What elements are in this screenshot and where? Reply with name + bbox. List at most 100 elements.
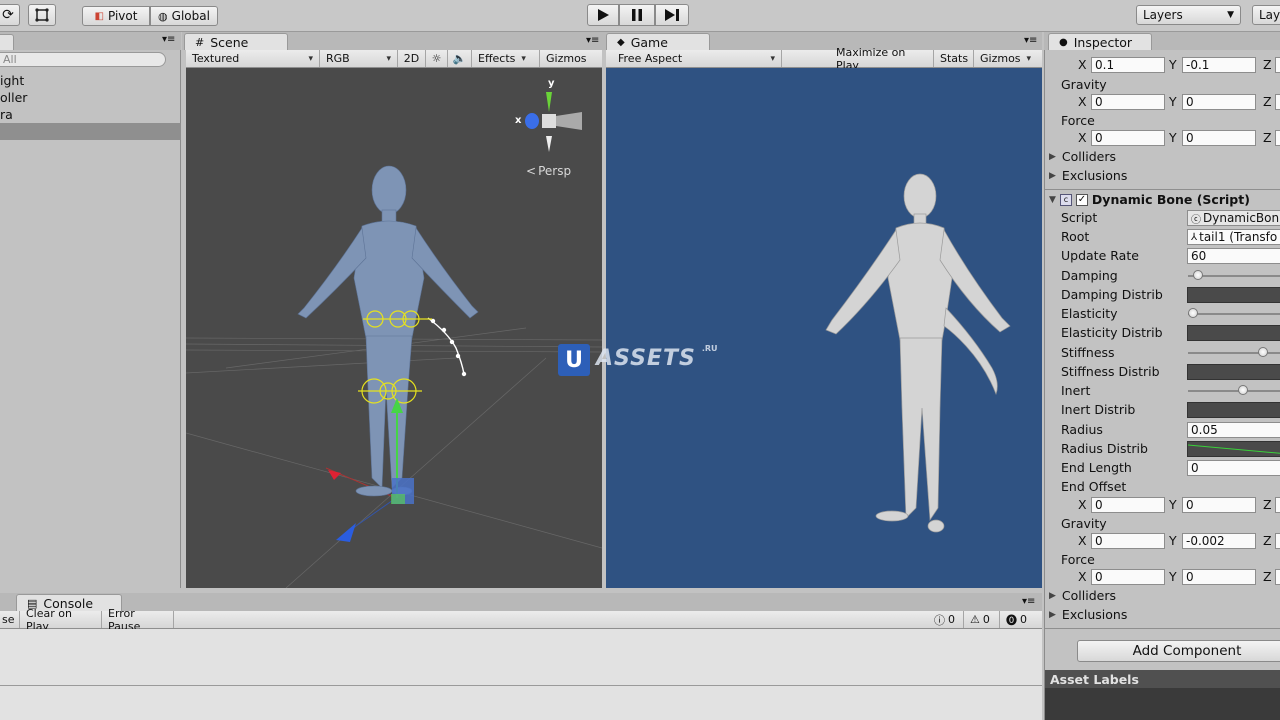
damping-distrib-curve[interactable] <box>1187 287 1280 303</box>
gizmo-y-label: y <box>548 78 555 89</box>
inert-slider[interactable] <box>1188 384 1280 398</box>
end-offset-x-field[interactable]: 0 <box>1091 497 1165 513</box>
layers-dropdown[interactable]: Layers ▼ <box>1136 5 1241 25</box>
gravity-y-field[interactable]: -0.002 <box>1182 533 1256 549</box>
hierarchy-item[interactable]: oller <box>0 89 181 106</box>
add-component-button[interactable]: Add Component <box>1077 640 1280 662</box>
script-field[interactable]: ⓒ DynamicBon <box>1187 210 1280 226</box>
rect-tool-button[interactable] <box>28 4 56 26</box>
tab-game[interactable]: ◆ Game <box>606 33 710 50</box>
scene-gizmos-dropdown[interactable]: Gizmos <box>540 50 600 67</box>
script-value: DynamicBon <box>1203 211 1280 225</box>
gravity-x-field[interactable]: 0 <box>1091 533 1165 549</box>
stiffness-distrib-curve[interactable] <box>1187 364 1280 380</box>
gravity-z-field[interactable] <box>1275 533 1280 549</box>
root-field[interactable]: ⅄ tail1 (Transfo <box>1187 229 1280 245</box>
hierarchy-item-selected[interactable] <box>0 123 181 140</box>
rotate-tool-button[interactable]: ⟳ <box>0 4 20 26</box>
hierarchy-item[interactable]: ra <box>0 106 181 123</box>
asset-labels-header[interactable]: Asset Labels <box>1045 670 1280 688</box>
aspect-dropdown[interactable]: Free Aspect <box>606 50 782 67</box>
inert-distrib-curve[interactable] <box>1187 402 1280 418</box>
shading-mode-dropdown[interactable]: Textured <box>186 50 320 67</box>
error-icon: ⓿ <box>1006 613 1017 627</box>
stats-toggle[interactable]: Stats <box>934 50 974 67</box>
hierarchy-item[interactable]: ight <box>0 72 181 89</box>
info-count: 0 <box>948 613 955 626</box>
info-filter-toggle[interactable]: ⓘ 0 <box>928 611 964 628</box>
vector-y-field[interactable]: -0.1 <box>1182 57 1256 73</box>
component-enabled-checkbox[interactable]: ✓ <box>1075 193 1088 206</box>
warning-filter-toggle[interactable]: ⚠ 0 <box>964 611 1000 628</box>
elasticity-slider[interactable] <box>1188 307 1280 321</box>
maximize-on-play-toggle[interactable]: Maximize on Play <box>830 46 934 72</box>
tab-scene[interactable]: # Scene <box>184 33 288 50</box>
axis-x-label: X <box>1078 497 1087 512</box>
gravity-y-field[interactable]: 0 <box>1182 94 1256 110</box>
end-offset-z-field[interactable] <box>1275 497 1280 513</box>
force-x-field[interactable]: 0 <box>1091 130 1165 146</box>
panel-menu-icon[interactable]: ▾≡ <box>1022 596 1035 607</box>
colliders-foldout[interactable]: Colliders <box>1049 149 1116 164</box>
hierarchy-search-input[interactable]: All <box>0 52 166 67</box>
vector-z-field[interactable] <box>1275 57 1280 73</box>
audio-toggle[interactable]: 🔈 <box>448 50 472 67</box>
play-button[interactable] <box>587 4 619 26</box>
pause-button[interactable] <box>619 4 655 26</box>
slider-knob[interactable] <box>1258 347 1268 357</box>
vector-x-field[interactable]: 0.1 <box>1091 57 1165 73</box>
error-filter-toggle[interactable]: ⓿0 <box>1000 611 1036 628</box>
orientation-gizmo[interactable] <box>512 78 584 158</box>
layout-dropdown[interactable]: Lay <box>1252 5 1280 25</box>
dynamic-bone-header[interactable]: ▼ c ✓ Dynamic Bone (Script) <box>1045 189 1280 209</box>
stiffness-slider[interactable] <box>1188 346 1280 360</box>
inspector-panel: X 0.1 Y -0.1 Z Gravity X 0 Y 0 Z Force X… <box>1044 50 1280 720</box>
gravity-x-field[interactable]: 0 <box>1091 94 1165 110</box>
slider-knob[interactable] <box>1193 270 1203 280</box>
elasticity-distrib-curve[interactable] <box>1187 325 1280 341</box>
tab-inspector[interactable]: ● Inspector <box>1048 33 1152 50</box>
scene-viewport[interactable]: y x < Persp <box>186 68 602 588</box>
lighting-toggle[interactable]: ☼ <box>426 50 448 67</box>
error-pause-toggle[interactable]: Error Pause <box>102 607 174 633</box>
game-viewport[interactable] <box>606 68 1042 588</box>
radius-distrib-curve[interactable] <box>1187 441 1280 457</box>
axis-z-label: Z <box>1263 94 1272 109</box>
slider-knob[interactable] <box>1238 385 1248 395</box>
clear-on-play-toggle[interactable]: Clear on Play <box>20 607 102 633</box>
global-toggle[interactable]: ◍ Global <box>150 6 218 26</box>
exclusions-foldout[interactable]: Exclusions <box>1049 607 1127 622</box>
exclusions-foldout[interactable]: Exclusions <box>1049 168 1127 183</box>
persp-toggle[interactable]: < Persp <box>526 164 571 178</box>
force-z-field[interactable] <box>1275 569 1280 585</box>
clear-button[interactable]: se <box>0 611 20 628</box>
console-log-area[interactable] <box>0 629 1042 720</box>
force-y-field[interactable]: 0 <box>1182 130 1256 146</box>
speaker-icon: 🔈 <box>452 52 467 65</box>
sun-icon: ☼ <box>431 52 442 65</box>
slider-knob[interactable] <box>1188 308 1198 318</box>
panel-menu-icon[interactable]: ▾≡ <box>586 35 599 46</box>
2d-toggle[interactable]: 2D <box>398 50 426 67</box>
radius-field[interactable]: 0.05 <box>1187 422 1280 438</box>
damping-slider[interactable] <box>1188 269 1280 283</box>
colliders-foldout[interactable]: Colliders <box>1049 588 1116 603</box>
render-mode-dropdown[interactable]: RGB <box>320 50 398 67</box>
panel-menu-icon[interactable]: ▾≡ <box>1024 35 1037 46</box>
colliders-label: Colliders <box>1061 149 1116 164</box>
asset-labels-area <box>1045 688 1280 720</box>
force-x-field[interactable]: 0 <box>1091 569 1165 585</box>
update-rate-field[interactable]: 60 <box>1187 248 1280 264</box>
end-offset-y-field[interactable]: 0 <box>1182 497 1256 513</box>
effects-dropdown[interactable]: Effects <box>472 50 540 67</box>
gravity-z-field[interactable] <box>1275 94 1280 110</box>
panel-menu-icon[interactable]: ▾≡ <box>162 34 175 45</box>
end-length-field[interactable]: 0 <box>1187 460 1280 476</box>
force-label: Force <box>1061 552 1095 567</box>
game-gizmos-dropdown[interactable]: Gizmos <box>974 50 1042 67</box>
pivot-toggle[interactable]: ◧ Pivot <box>82 6 150 26</box>
tab-hierarchy[interactable] <box>0 34 14 50</box>
step-button[interactable] <box>655 4 689 26</box>
force-z-field[interactable] <box>1275 130 1280 146</box>
force-y-field[interactable]: 0 <box>1182 569 1256 585</box>
